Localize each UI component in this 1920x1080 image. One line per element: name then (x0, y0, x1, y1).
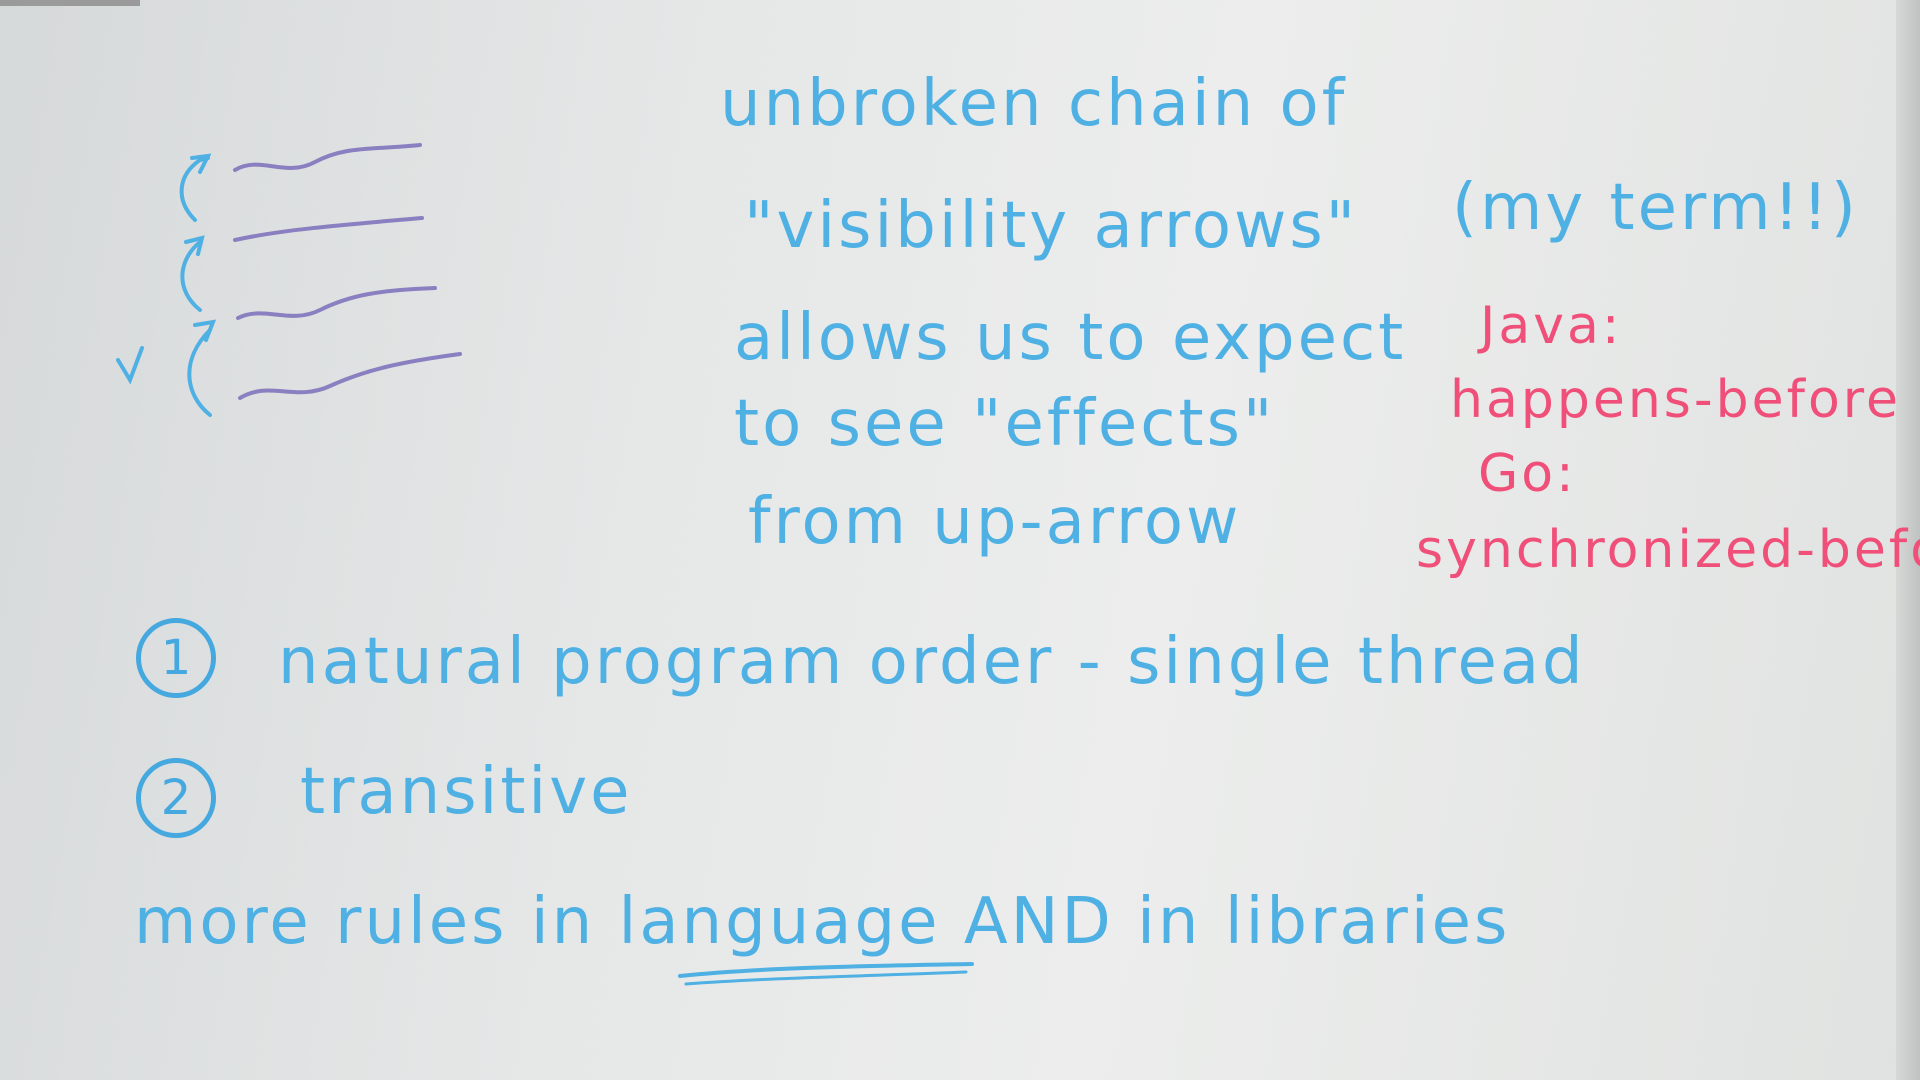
rule-1-number: 1 (136, 618, 216, 698)
check-mark (116, 346, 144, 385)
go-label: Go: (1478, 444, 1577, 504)
visibility-arrows-diagram (116, 143, 462, 417)
statement-line-5: from up-arrow (748, 485, 1242, 559)
wavy-line-2 (233, 216, 424, 242)
statement-line-2: "visibility arrows" (744, 189, 1359, 263)
board-corner-tab (0, 0, 140, 6)
rule-1-text: natural program order - single thread (278, 625, 1586, 699)
java-term: happens-before (1450, 370, 1901, 430)
go-term: synchronized-before (1416, 520, 1920, 580)
statement-aside: (my term!!) (1452, 171, 1859, 245)
rule-2-number: 2 (136, 758, 216, 838)
wavy-line-4 (238, 352, 462, 400)
language-underline (678, 962, 974, 986)
whiteboard: unbroken chain of "visibility arrows" (m… (0, 0, 1920, 1080)
more-rules-line: more rules in language AND in libraries (134, 885, 1511, 959)
wavy-line-3 (236, 286, 437, 320)
arrow-down-3 (187, 328, 212, 417)
wavy-line-1 (233, 143, 422, 172)
statement-line-4: to see "effects" (734, 387, 1276, 461)
statement-line-1: unbroken chain of (720, 67, 1348, 141)
rule-2-text: transitive (300, 755, 633, 829)
java-label: Java: (1480, 296, 1623, 356)
statement-line-3: allows us to expect (734, 301, 1407, 375)
